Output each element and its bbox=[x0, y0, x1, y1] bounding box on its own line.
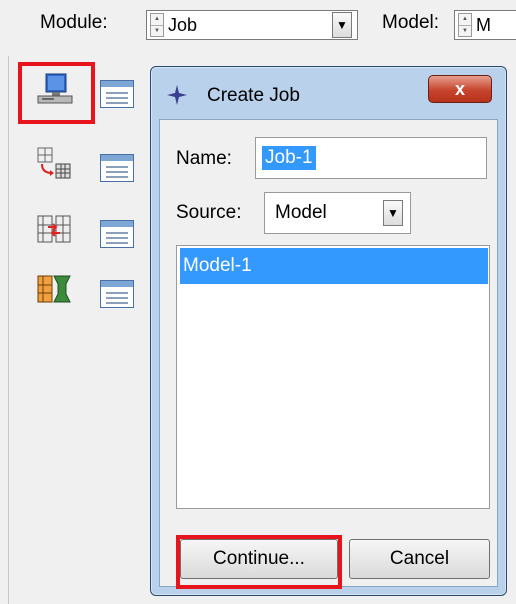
job-manager-icon[interactable] bbox=[100, 80, 134, 108]
source-dropdown-arrow-icon[interactable]: ▼ bbox=[383, 200, 403, 226]
module-spin-icon[interactable]: ▲ ▼ bbox=[150, 13, 164, 37]
model-list[interactable]: Model-1 bbox=[176, 245, 490, 509]
dialog-body: Name: Job-1 Source: Model ▼ Model-1 Cont… bbox=[159, 119, 498, 589]
model-combo[interactable]: ▲ ▼ M bbox=[454, 10, 516, 40]
create-job-dialog: Create Job x Name: Job-1 Source: Model ▼… bbox=[150, 66, 507, 596]
name-field[interactable]: Job-1 bbox=[255, 137, 487, 179]
coexecution-manager-icon[interactable] bbox=[100, 220, 134, 248]
context-bar: Module: ▲ ▼ Job ▼ Model: ▲ ▼ M bbox=[0, 0, 516, 50]
model-label: Model: bbox=[382, 12, 440, 33]
continue-highlight bbox=[176, 535, 342, 589]
create-job-highlight bbox=[18, 62, 95, 124]
source-select[interactable]: Model ▼ bbox=[264, 192, 411, 234]
optimization-manager-icon[interactable] bbox=[100, 280, 134, 308]
dialog-title: Create Job bbox=[207, 85, 300, 106]
close-button[interactable]: x bbox=[428, 75, 492, 103]
close-icon: x bbox=[454, 78, 465, 99]
source-value: Model bbox=[275, 202, 327, 223]
cancel-button[interactable]: Cancel bbox=[349, 539, 490, 579]
name-label: Name: bbox=[176, 148, 232, 169]
module-combo[interactable]: ▲ ▼ Job ▼ bbox=[146, 10, 358, 40]
model-value: M bbox=[476, 14, 491, 35]
list-item[interactable]: Model-1 bbox=[180, 248, 488, 284]
name-value: Job-1 bbox=[262, 146, 316, 170]
module-dropdown-arrow-icon[interactable]: ▼ bbox=[332, 12, 352, 38]
abaqus-cross-icon bbox=[165, 83, 189, 107]
job-toolbox bbox=[8, 56, 160, 604]
dialog-titlebar[interactable]: Create Job x bbox=[151, 67, 506, 119]
create-adaptivity-process-icon[interactable] bbox=[34, 146, 74, 182]
create-coexecution-icon[interactable] bbox=[34, 212, 74, 248]
adaptivity-manager-icon[interactable] bbox=[100, 154, 134, 182]
model-spin-icon[interactable]: ▲ ▼ bbox=[458, 13, 472, 37]
module-value: Job bbox=[168, 14, 198, 35]
module-label: Module: bbox=[40, 12, 108, 33]
source-label: Source: bbox=[176, 202, 242, 223]
create-optimization-process-icon[interactable] bbox=[34, 272, 74, 308]
